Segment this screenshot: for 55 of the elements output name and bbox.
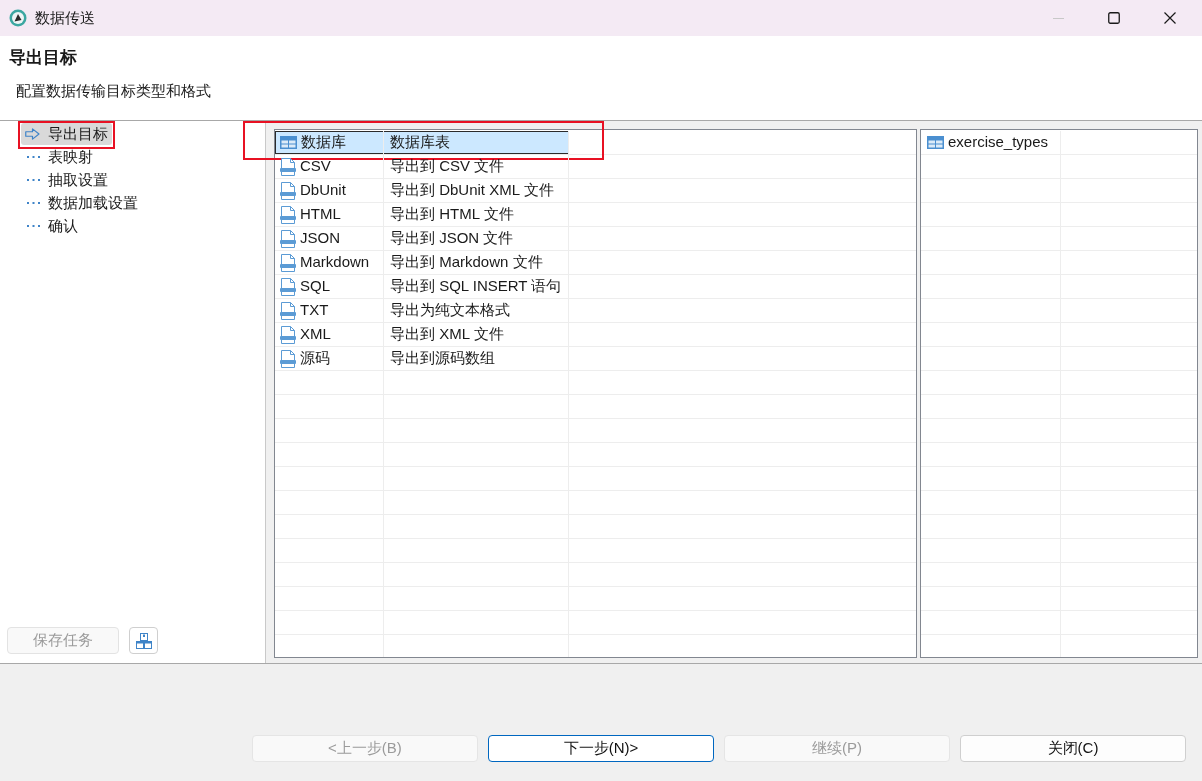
document-icon [280,301,296,320]
table-icon [927,136,944,149]
table-row[interactable]: CSV 导出到 CSV 文件 [275,155,569,178]
format-name: JSON [300,228,340,249]
format-name: XML [300,324,331,345]
window-title: 数据传送 [35,7,95,28]
format-name: 数据库 [301,132,346,153]
table-row[interactable]: Markdown 导出到 Markdown 文件 [275,251,569,274]
document-icon [280,253,296,272]
step-item[interactable]: 确认 [21,215,82,237]
format-description: 导出到 SQL INSERT 语句 [390,276,562,297]
table-list-row[interactable]: exercise_types [921,131,1061,154]
page-subtitle: 配置数据传输目标类型和格式 [15,81,211,101]
document-icon [280,157,296,176]
step-item[interactable]: 抽取设置 [21,169,112,191]
document-icon [280,181,296,200]
table-row[interactable]: JSON 导出到 JSON 文件 [275,227,569,250]
dialog-button[interactable]: 关闭(C) [960,735,1186,762]
format-name: HTML [300,204,341,225]
table-row[interactable]: 源码 导出到源码数组 [275,347,569,370]
format-description: 导出到 JSON 文件 [390,228,514,249]
table-icon [280,136,297,149]
table-row[interactable]: SQL 导出到 SQL INSERT 语句 [275,275,569,298]
format-name: 源码 [300,348,330,369]
document-icon [280,325,296,344]
table-row[interactable]: XML 导出到 XML 文件 [275,323,569,346]
table-name: exercise_types [948,132,1049,153]
format-description: 导出到 DbUnit XML 文件 [390,180,554,201]
step-item[interactable]: 表映射 [21,146,97,168]
step-item[interactable]: 数据加载设置 [21,192,142,214]
format-name: DbUnit [300,180,346,201]
arrow-right-icon [25,128,40,140]
app-icon [9,9,27,27]
format-name: TXT [300,300,329,321]
format-description: 导出为纯文本格式 [390,300,510,321]
format-description: 导出到 XML 文件 [390,324,504,345]
document-icon [280,277,296,296]
boxes-icon [135,632,152,649]
table-row[interactable]: HTML 导出到 HTML 文件 [275,203,569,226]
dialog-button[interactable]: 下一步(N)> [488,735,714,762]
document-icon [280,205,296,224]
table-row[interactable]: TXT 导出为纯文本格式 [275,299,569,322]
format-name: SQL [300,276,330,297]
format-description: 导出到 CSV 文件 [390,156,505,177]
format-name: CSV [300,156,331,177]
task-icon-button[interactable] [129,627,158,654]
format-name: Markdown [300,252,370,273]
format-description: 导出到源码数组 [390,348,495,369]
format-description: 数据库表 [390,132,450,153]
format-description: 导出到 HTML 文件 [390,204,514,225]
table-row[interactable]: DbUnit 导出到 DbUnit XML 文件 [275,179,569,202]
document-icon [280,349,296,368]
format-description: 导出到 Markdown 文件 [390,252,543,273]
page-title: 导出目标 [8,47,77,69]
document-icon [280,229,296,248]
